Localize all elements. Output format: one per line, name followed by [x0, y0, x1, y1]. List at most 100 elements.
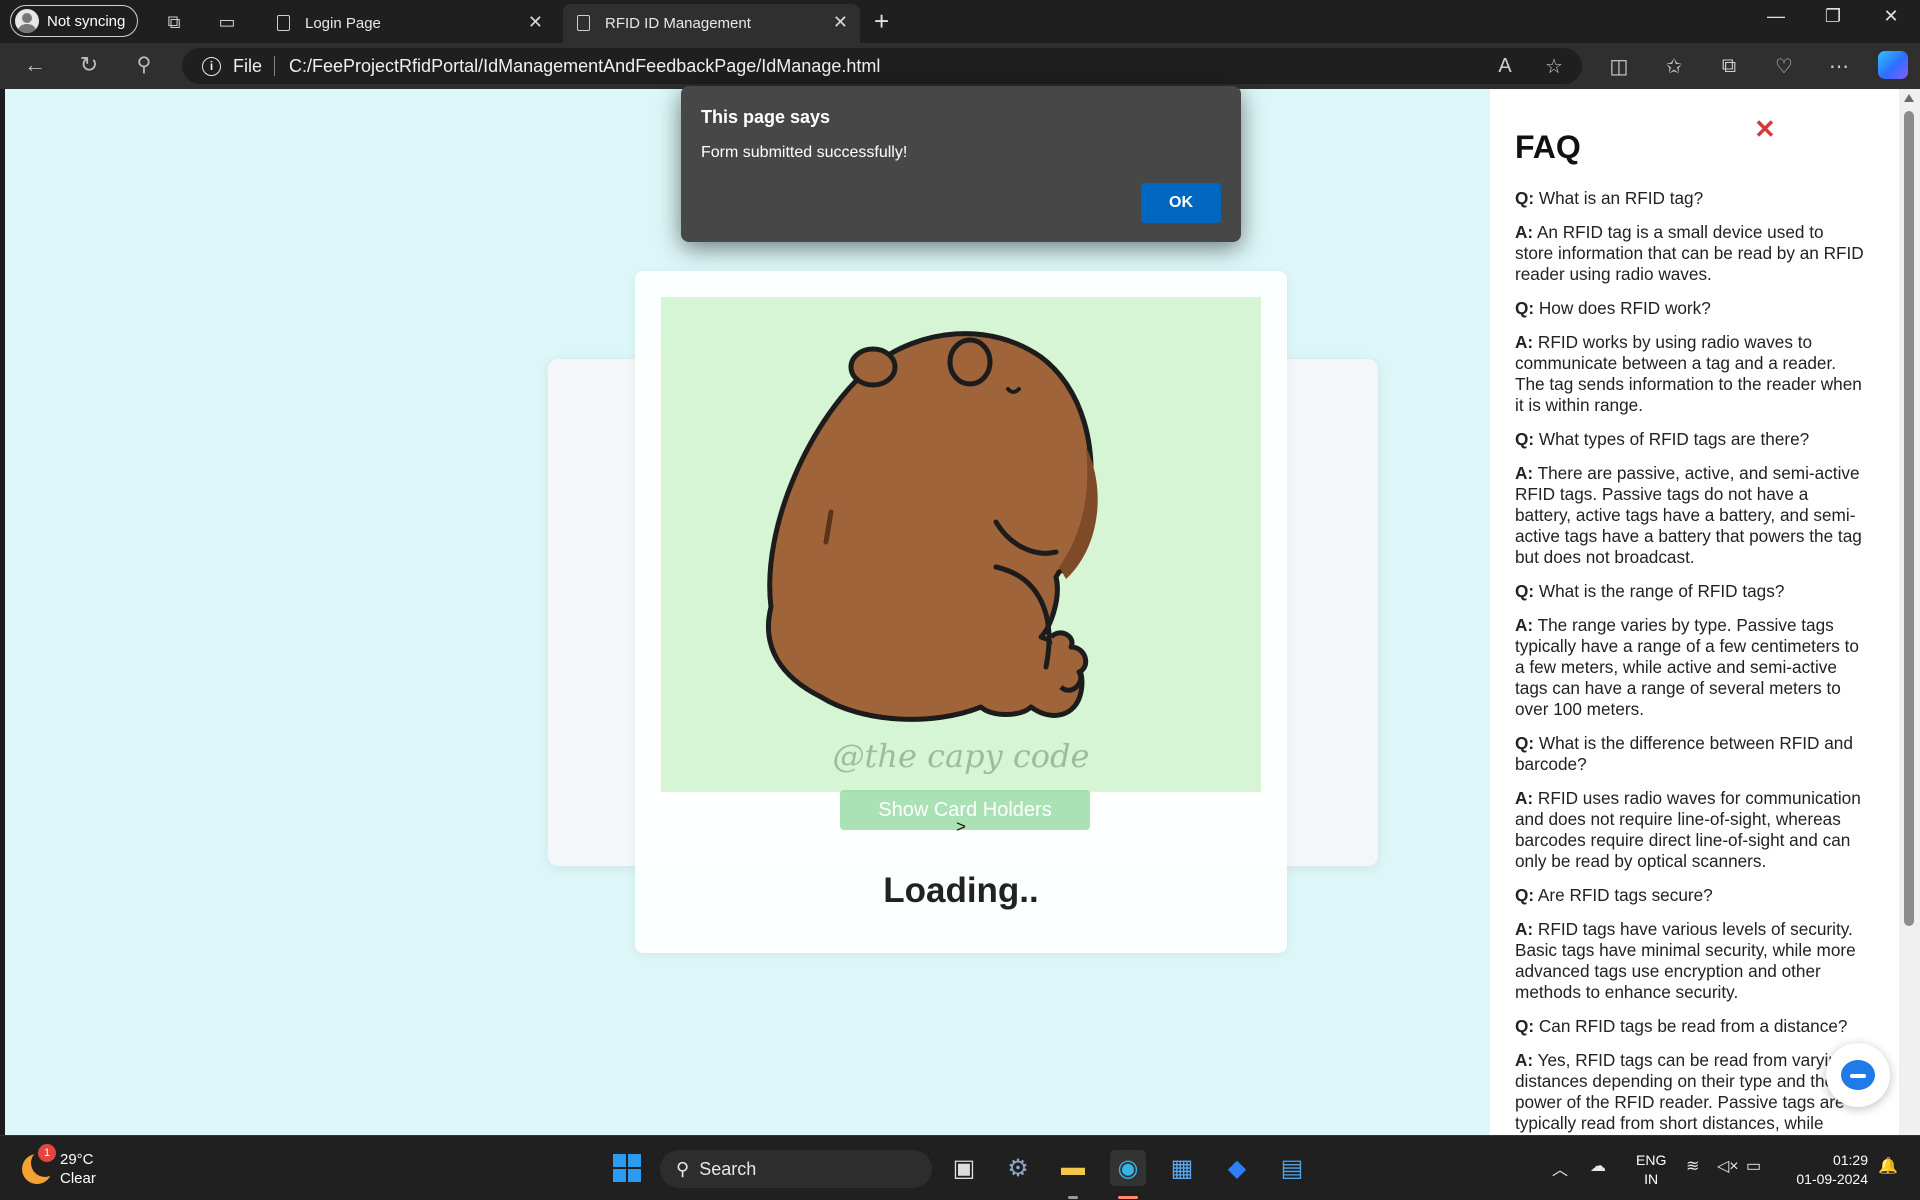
taskbar: 1 29°C Clear ⚲ Search ▣ ⚙ ▬ ◉ ▦ ◆ ▤ ︿ ☁ …	[0, 1135, 1920, 1200]
question-prefix: Q:	[1515, 733, 1535, 753]
answer-text: RFID works by using radio waves to commu…	[1515, 332, 1862, 415]
separator	[274, 56, 276, 76]
time-text: 01:29	[1832, 1152, 1868, 1168]
faq-answer: A: An RFID tag is a small device used to…	[1515, 222, 1864, 285]
question-prefix: Q:	[1515, 581, 1535, 601]
faq-question: Q: How does RFID work?	[1515, 298, 1864, 319]
close-tab-icon[interactable]: ✕	[833, 12, 848, 33]
weather-widget[interactable]: 1 29°C Clear	[22, 1144, 96, 1188]
new-tab-button[interactable]: +	[874, 6, 889, 37]
ok-button[interactable]: OK	[1141, 183, 1221, 223]
language-indicator[interactable]: ENG IN	[1636, 1151, 1666, 1189]
notification-bell-icon[interactable]: 🔔	[1878, 1156, 1898, 1176]
question-text: How does RFID work?	[1538, 298, 1711, 318]
file-explorer-icon[interactable]: ▬	[1055, 1150, 1091, 1186]
tab-title: RFID ID Management	[605, 15, 751, 32]
capybara-illustration	[765, 331, 1098, 722]
dropbox-icon[interactable]: ◆	[1219, 1150, 1255, 1186]
onedrive-icon[interactable]: ☁	[1590, 1156, 1606, 1176]
faq-question: Q: What types of RFID tags are there?	[1515, 429, 1864, 450]
tab-title: Login Page	[305, 15, 381, 32]
answer-text: Yes, RFID tags can be read from varying …	[1515, 1050, 1848, 1133]
faq-answer: A: RFID uses radio waves for communicati…	[1515, 788, 1864, 872]
faq-question: Q: What is an RFID tag?	[1515, 188, 1864, 209]
url-text[interactable]: C:/FeeProjectRfidPortal/IdManagementAndF…	[289, 56, 880, 77]
clock[interactable]: 01:29 01-09-2024	[1788, 1151, 1868, 1189]
faq-close-icon[interactable]: ✕	[1754, 114, 1776, 145]
answer-prefix: A:	[1515, 788, 1534, 808]
scroll-up-arrow[interactable]	[1904, 94, 1914, 102]
faq-question: Q: Are RFID tags secure?	[1515, 885, 1864, 906]
settings-icon[interactable]: ⚙	[1000, 1150, 1036, 1186]
browser-tab-bar: Not syncing ⧉ ▭ Login Page ✕ RFID ID Man…	[0, 0, 1920, 43]
scrollbar-thumb[interactable]	[1904, 111, 1914, 926]
faq-answer: A: Yes, RFID tags can be read from varyi…	[1515, 1050, 1864, 1134]
favorite-star-icon[interactable]: ☆	[1539, 51, 1569, 81]
restore-button[interactable]: ❐	[1813, 6, 1853, 27]
answer-text: The range varies by type. Passive tags t…	[1515, 615, 1859, 719]
profile-label: Not syncing	[47, 12, 126, 30]
copilot-icon[interactable]	[1878, 51, 1908, 79]
search-icon[interactable]: ⚲	[129, 52, 159, 77]
answer-prefix: A:	[1515, 615, 1534, 635]
chat-button[interactable]	[1826, 1043, 1890, 1107]
scheme-label: File	[233, 55, 263, 76]
loading-overlay: @the capy code Show Card Holders > Loadi…	[635, 271, 1287, 953]
answer-prefix: A:	[1515, 222, 1534, 242]
page-viewport: @the capy code Show Card Holders > Loadi…	[5, 89, 1490, 1135]
app-icon[interactable]: ▤	[1274, 1150, 1310, 1186]
faq-question: Q: What is the difference between RFID a…	[1515, 733, 1864, 775]
start-button[interactable]	[609, 1150, 645, 1186]
favorites-icon[interactable]: ✩	[1659, 51, 1689, 81]
minimize-button[interactable]: —	[1756, 6, 1796, 27]
loading-text: Loading..	[883, 871, 1039, 910]
question-text: Can RFID tags be read from a distance?	[1538, 1016, 1848, 1036]
date-text: 01-09-2024	[1796, 1171, 1868, 1187]
weather-text: 29°C Clear	[60, 1150, 96, 1188]
tab-login-page[interactable]: Login Page ✕	[263, 4, 555, 43]
edge-browser-icon[interactable]: ◉	[1110, 1150, 1146, 1186]
dialog-title: This page says	[701, 107, 831, 127]
image-watermark: @the capy code	[832, 737, 1090, 775]
avatar-icon	[15, 9, 39, 33]
faq-answer: A: The range varies by type. Passive tag…	[1515, 615, 1864, 720]
tab-rfid-id-management[interactable]: RFID ID Management ✕	[563, 4, 860, 43]
address-bar[interactable]: i File C:/FeeProjectRfidPortal/IdManagem…	[182, 48, 1582, 84]
profile-button[interactable]: Not syncing	[10, 5, 139, 37]
collections-icon[interactable]: ⧉	[1714, 51, 1744, 81]
workspaces-icon[interactable]: ⧉	[160, 8, 188, 36]
faq-title: FAQ	[1515, 129, 1581, 165]
running-indicator	[1068, 1196, 1078, 1199]
region-code: IN	[1644, 1171, 1659, 1187]
page-icon	[277, 15, 290, 31]
show-hidden-icons[interactable]: ︿	[1552, 1156, 1568, 1180]
volume-muted-icon[interactable]: ◁×	[1717, 1156, 1739, 1176]
active-indicator	[1118, 1196, 1138, 1199]
question-prefix: Q:	[1515, 188, 1535, 208]
microsoft-store-icon[interactable]: ▦	[1164, 1150, 1200, 1186]
answer-prefix: A:	[1515, 919, 1534, 939]
language-code: ENG	[1636, 1152, 1667, 1168]
tab-actions-icon[interactable]: ▭	[213, 8, 241, 36]
refresh-icon[interactable]: ↻	[74, 52, 104, 78]
answer-text: RFID uses radio waves for communication …	[1515, 788, 1861, 871]
answer-text: RFID tags have various levels of securit…	[1515, 919, 1856, 1002]
close-window-button[interactable]: ✕	[1871, 6, 1911, 27]
task-view-icon[interactable]: ▣	[946, 1150, 982, 1186]
search-label: Search	[699, 1158, 757, 1179]
wifi-icon[interactable]: ≋	[1686, 1156, 1699, 1176]
answer-prefix: A:	[1515, 463, 1534, 483]
chat-icon	[1841, 1060, 1875, 1090]
battery-icon[interactable]: ▭	[1746, 1156, 1761, 1176]
browser-essentials-icon[interactable]: ♡	[1769, 51, 1799, 81]
read-aloud-icon[interactable]: A	[1490, 51, 1520, 81]
more-options-icon[interactable]: ⋯	[1824, 51, 1854, 81]
close-tab-icon[interactable]: ✕	[528, 12, 543, 33]
taskbar-search[interactable]: ⚲ Search	[660, 1150, 932, 1188]
site-info-icon[interactable]: i	[202, 56, 221, 76]
alert-dialog: This page says Form submitted successful…	[681, 86, 1241, 242]
faq-scrollbar[interactable]	[1899, 89, 1920, 1135]
split-screen-icon[interactable]: ◫	[1604, 51, 1634, 81]
question-text: What is the range of RFID tags?	[1538, 581, 1785, 601]
back-icon[interactable]: ←	[20, 52, 50, 78]
